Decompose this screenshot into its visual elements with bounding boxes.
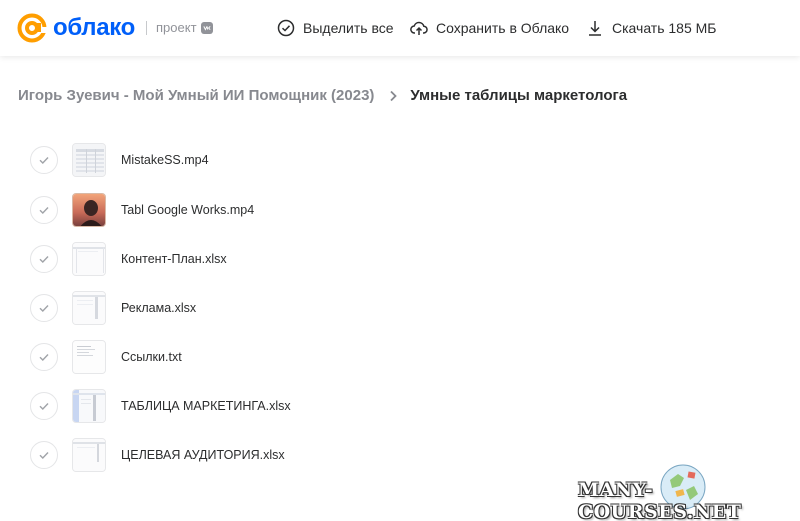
file-name: ЦЕЛЕВАЯ АУДИТОРИЯ.xlsx <box>121 448 285 462</box>
cloud-logo[interactable]: облако <box>17 13 135 43</box>
file-name: Контент-План.xlsx <box>121 252 227 266</box>
top-header: облако проект Выделить все Сохранить в О… <box>0 0 800 56</box>
select-all-label: Выделить все <box>303 20 394 36</box>
file-thumbnail <box>72 143 106 177</box>
checkmark-icon <box>39 207 49 215</box>
file-thumbnail <box>72 291 106 325</box>
chevron-right-icon <box>390 90 398 101</box>
file-name: Реклама.xlsx <box>121 301 197 315</box>
file-row[interactable]: Ссылки.txt <box>0 335 800 379</box>
file-name: MistakeSS.mp4 <box>121 153 209 167</box>
select-checkbox[interactable] <box>30 245 58 273</box>
checkmark-icon <box>39 305 49 313</box>
select-checkbox[interactable] <box>30 146 58 174</box>
select-checkbox[interactable] <box>30 441 58 469</box>
breadcrumb-current: Умные таблицы маркетолога <box>410 87 628 104</box>
file-thumbnail <box>72 193 106 227</box>
check-circle-icon <box>277 19 295 37</box>
download-icon <box>589 21 601 36</box>
file-name: Ссылки.txt <box>121 350 182 364</box>
file-row[interactable]: Реклама.xlsx <box>0 286 800 330</box>
select-checkbox[interactable] <box>30 294 58 322</box>
file-row[interactable]: Tabl Google Works.mp4 <box>0 188 800 232</box>
logo-text: облако <box>53 14 136 41</box>
file-thumbnail <box>72 340 106 374</box>
select-checkbox[interactable] <box>30 343 58 371</box>
file-thumbnail <box>72 389 106 423</box>
breadcrumb: Игорь Зуевич - Мой Умный ИИ Помощник (20… <box>18 87 627 104</box>
select-all-button[interactable]: Выделить все <box>277 18 394 38</box>
select-checkbox[interactable] <box>30 392 58 420</box>
file-row[interactable]: MistakeSS.mp4 <box>0 138 800 182</box>
checkmark-icon <box>39 256 49 264</box>
file-thumbnail <box>72 242 106 276</box>
vk-icon <box>200 21 213 34</box>
checkmark-icon <box>39 403 49 411</box>
logo-divider <box>146 21 147 35</box>
save-to-cloud-label: Сохранить в Облако <box>436 20 570 36</box>
file-name: ТАБЛИЦА МАРКЕТИНГА.xlsx <box>121 399 291 413</box>
checkmark-icon <box>39 354 49 362</box>
file-row[interactable]: Контент-План.xlsx <box>0 237 800 281</box>
mail-at-icon <box>17 13 47 43</box>
breadcrumb-parent-link[interactable]: Игорь Зуевич - Мой Умный ИИ Помощник (20… <box>18 87 374 104</box>
download-button[interactable]: Скачать 185 МБ <box>586 18 717 38</box>
file-thumbnail <box>72 438 106 472</box>
file-row[interactable]: ТАБЛИЦА МАРКЕТИНГА.xlsx <box>0 384 800 428</box>
watermark-text: MANY-COURSES.NET <box>578 479 742 521</box>
checkmark-icon <box>39 452 49 460</box>
download-label: Скачать 185 МБ <box>612 20 717 36</box>
logo-subtitle: проект <box>156 20 213 35</box>
checkmark-icon <box>39 157 49 165</box>
logo-subtitle-text: проект <box>156 20 197 35</box>
cloud-upload-icon <box>410 21 428 35</box>
file-name: Tabl Google Works.mp4 <box>121 203 255 217</box>
save-to-cloud-button[interactable]: Сохранить в Облако <box>410 18 569 38</box>
select-checkbox[interactable] <box>30 196 58 224</box>
